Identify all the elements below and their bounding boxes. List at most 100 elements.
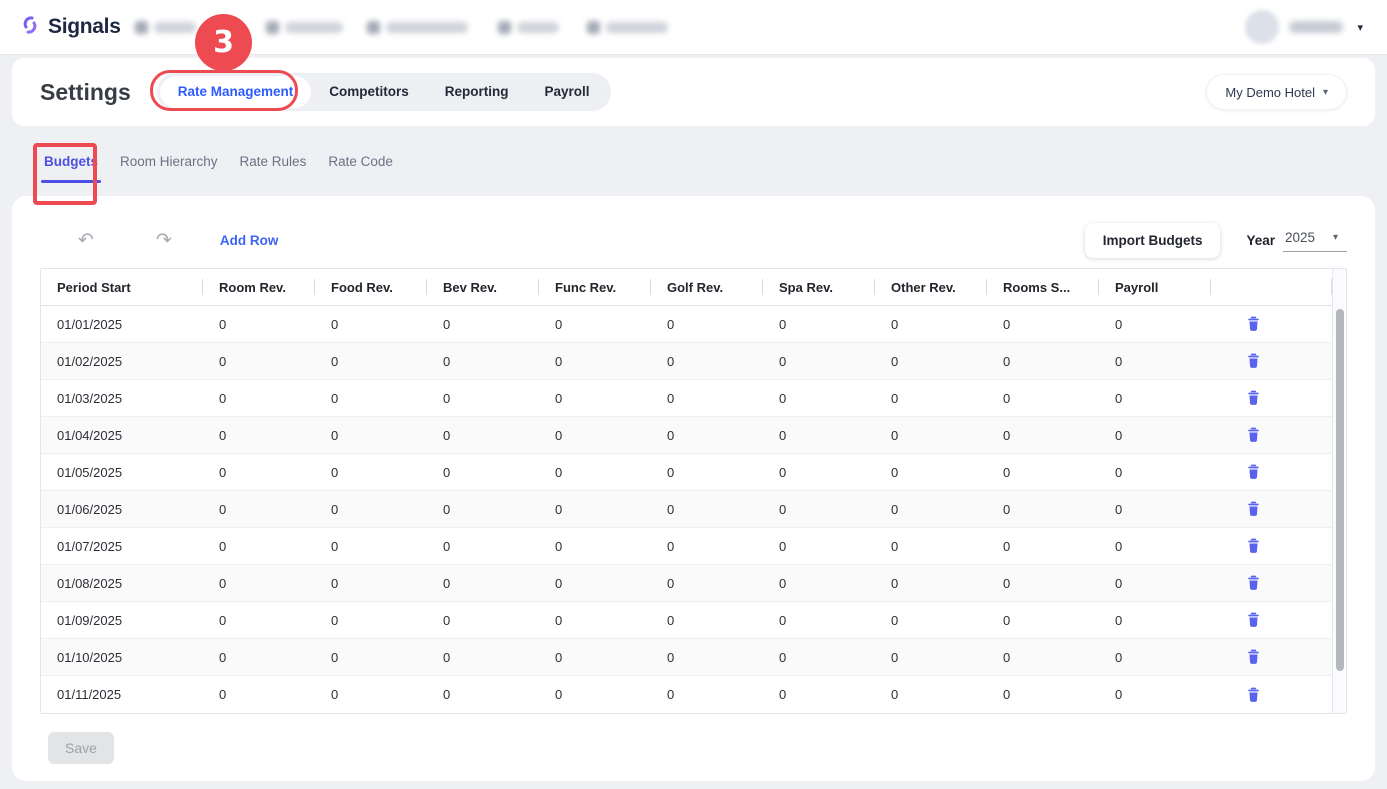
period-start-cell[interactable]: 01/03/2025 — [41, 391, 203, 406]
value-cell[interactable]: 0 — [651, 650, 763, 665]
save-button[interactable]: Save — [48, 732, 114, 764]
value-cell[interactable]: 0 — [1099, 354, 1211, 369]
value-cell[interactable]: 0 — [539, 613, 651, 628]
delete-row-button[interactable] — [1211, 501, 1332, 517]
value-cell[interactable]: 0 — [539, 354, 651, 369]
value-cell[interactable]: 0 — [1099, 317, 1211, 332]
value-cell[interactable]: 0 — [539, 650, 651, 665]
value-cell[interactable]: 0 — [651, 576, 763, 591]
value-cell[interactable]: 0 — [987, 576, 1099, 591]
value-cell[interactable]: 0 — [875, 539, 987, 554]
value-cell[interactable]: 0 — [1099, 613, 1211, 628]
value-cell[interactable]: 0 — [427, 428, 539, 443]
value-cell[interactable]: 0 — [203, 391, 315, 406]
value-cell[interactable]: 0 — [763, 428, 875, 443]
value-cell[interactable]: 0 — [987, 465, 1099, 480]
value-cell[interactable]: 0 — [651, 502, 763, 517]
value-cell[interactable]: 0 — [315, 539, 427, 554]
value-cell[interactable]: 0 — [315, 576, 427, 591]
value-cell[interactable]: 0 — [203, 539, 315, 554]
value-cell[interactable]: 0 — [315, 391, 427, 406]
value-cell[interactable]: 0 — [539, 428, 651, 443]
value-cell[interactable]: 0 — [651, 687, 763, 702]
redacted-nav-item[interactable] — [135, 21, 196, 34]
value-cell[interactable]: 0 — [315, 687, 427, 702]
value-cell[interactable]: 0 — [875, 687, 987, 702]
delete-row-button[interactable] — [1211, 538, 1332, 554]
year-select[interactable]: 2025 ▾ — [1283, 228, 1347, 252]
subtab-room-hierarchy[interactable]: Room Hierarchy — [120, 154, 218, 169]
value-cell[interactable]: 0 — [427, 576, 539, 591]
value-cell[interactable]: 0 — [651, 465, 763, 480]
period-start-cell[interactable]: 01/09/2025 — [41, 613, 203, 628]
value-cell[interactable]: 0 — [987, 317, 1099, 332]
value-cell[interactable]: 0 — [315, 354, 427, 369]
value-cell[interactable]: 0 — [875, 317, 987, 332]
period-start-cell[interactable]: 01/01/2025 — [41, 317, 203, 332]
period-start-cell[interactable]: 01/05/2025 — [41, 465, 203, 480]
value-cell[interactable]: 0 — [427, 317, 539, 332]
value-cell[interactable]: 0 — [1099, 502, 1211, 517]
value-cell[interactable]: 0 — [539, 465, 651, 480]
value-cell[interactable]: 0 — [651, 539, 763, 554]
value-cell[interactable]: 0 — [203, 465, 315, 480]
value-cell[interactable]: 0 — [875, 428, 987, 443]
period-start-cell[interactable]: 01/10/2025 — [41, 650, 203, 665]
add-row-button[interactable]: Add Row — [220, 233, 279, 248]
value-cell[interactable]: 0 — [763, 354, 875, 369]
value-cell[interactable]: 0 — [987, 613, 1099, 628]
vertical-scrollbar[interactable] — [1332, 269, 1346, 713]
value-cell[interactable]: 0 — [987, 687, 1099, 702]
value-cell[interactable]: 0 — [539, 687, 651, 702]
value-cell[interactable]: 0 — [763, 502, 875, 517]
value-cell[interactable]: 0 — [763, 613, 875, 628]
value-cell[interactable]: 0 — [203, 687, 315, 702]
value-cell[interactable]: 0 — [203, 317, 315, 332]
value-cell[interactable]: 0 — [987, 502, 1099, 517]
value-cell[interactable]: 0 — [987, 650, 1099, 665]
value-cell[interactable]: 0 — [987, 391, 1099, 406]
value-cell[interactable]: 0 — [1099, 650, 1211, 665]
delete-row-button[interactable] — [1211, 687, 1332, 703]
value-cell[interactable]: 0 — [987, 428, 1099, 443]
redacted-nav-item[interactable] — [587, 21, 668, 34]
value-cell[interactable]: 0 — [651, 613, 763, 628]
value-cell[interactable]: 0 — [763, 465, 875, 480]
period-start-cell[interactable]: 01/06/2025 — [41, 502, 203, 517]
value-cell[interactable]: 0 — [539, 539, 651, 554]
delete-row-button[interactable] — [1211, 390, 1332, 406]
value-cell[interactable]: 0 — [203, 650, 315, 665]
value-cell[interactable]: 0 — [427, 539, 539, 554]
value-cell[interactable]: 0 — [427, 465, 539, 480]
redacted-nav-item[interactable] — [266, 21, 343, 34]
subtab-rate-code[interactable]: Rate Code — [328, 154, 393, 169]
value-cell[interactable]: 0 — [427, 354, 539, 369]
redacted-nav-item[interactable] — [498, 21, 559, 34]
value-cell[interactable]: 0 — [315, 650, 427, 665]
value-cell[interactable]: 0 — [875, 650, 987, 665]
value-cell[interactable]: 0 — [763, 539, 875, 554]
value-cell[interactable]: 0 — [539, 502, 651, 517]
value-cell[interactable]: 0 — [427, 613, 539, 628]
tab-competitors[interactable]: Competitors — [311, 76, 427, 108]
value-cell[interactable]: 0 — [427, 502, 539, 517]
value-cell[interactable]: 0 — [427, 650, 539, 665]
scrollbar-thumb[interactable] — [1336, 309, 1344, 671]
delete-row-button[interactable] — [1211, 649, 1332, 665]
value-cell[interactable]: 0 — [651, 354, 763, 369]
value-cell[interactable]: 0 — [1099, 465, 1211, 480]
period-start-cell[interactable]: 01/04/2025 — [41, 428, 203, 443]
value-cell[interactable]: 0 — [875, 613, 987, 628]
brand-logo[interactable]: Signals — [18, 13, 121, 42]
value-cell[interactable]: 0 — [539, 576, 651, 591]
value-cell[interactable]: 0 — [763, 687, 875, 702]
user-menu[interactable]: ▾ — [1245, 10, 1369, 44]
value-cell[interactable]: 0 — [1099, 576, 1211, 591]
value-cell[interactable]: 0 — [203, 354, 315, 369]
value-cell[interactable]: 0 — [763, 576, 875, 591]
undo-icon[interactable]: ↶ — [78, 231, 94, 250]
value-cell[interactable]: 0 — [315, 465, 427, 480]
value-cell[interactable]: 0 — [763, 391, 875, 406]
subtab-budgets[interactable]: Budgets — [44, 154, 98, 169]
period-start-cell[interactable]: 01/11/2025 — [41, 687, 203, 702]
